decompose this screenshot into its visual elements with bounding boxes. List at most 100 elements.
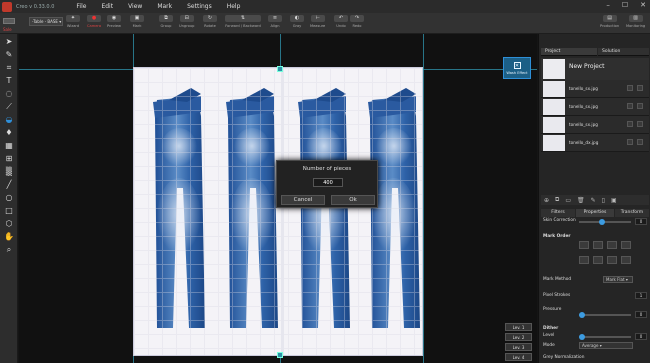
wizard-button[interactable]: ✦ Wizard <box>66 15 80 32</box>
text-tool-icon[interactable]: T <box>3 75 15 86</box>
menu-view[interactable]: View <box>128 3 142 10</box>
mark-order-button-1[interactable] <box>579 241 589 249</box>
mark-order-button-4[interactable] <box>621 241 631 249</box>
file-row-3[interactable]: tonello_sx.jpg <box>541 116 649 134</box>
tab-filters[interactable]: Filters <box>541 209 575 217</box>
file-icon[interactable]: ▯ <box>602 197 605 204</box>
layers-tool-icon[interactable]: ▦ <box>3 140 15 151</box>
slider-knob[interactable] <box>579 312 585 318</box>
file-row-4[interactable]: tonello_dx.jpg <box>541 134 649 152</box>
line-tool-icon[interactable]: ╱ <box>3 179 15 190</box>
duplicate-icon[interactable]: ⧉ <box>555 196 559 204</box>
artboard-handle-top[interactable] <box>277 66 283 72</box>
group-button[interactable]: ⧉ Group <box>159 15 173 32</box>
level-slider[interactable] <box>579 334 631 340</box>
level-value[interactable]: 0 <box>635 333 647 340</box>
rectangle-tool-icon[interactable]: □ <box>3 205 15 216</box>
drop-icon[interactable]: ♦ <box>3 127 15 138</box>
mark-order-button-5[interactable] <box>579 256 589 264</box>
ok-button[interactable]: Ok <box>331 195 375 205</box>
pressure-slider[interactable] <box>579 312 631 318</box>
grid-tool-icon[interactable]: ⊞ <box>3 153 15 164</box>
slider-knob[interactable] <box>579 334 585 340</box>
mark-order-button-2[interactable] <box>593 241 603 249</box>
pressure-value[interactable]: 0 <box>635 311 647 318</box>
visibility-icon[interactable] <box>627 103 633 109</box>
align-button[interactable]: ≡ Align <box>268 15 282 32</box>
wash-tool-icon[interactable]: ◒ <box>3 114 15 125</box>
zoom-tool-icon[interactable]: ⌕ <box>3 244 15 255</box>
preview-button[interactable]: ◉ Preview <box>107 15 121 32</box>
visibility-icon[interactable] <box>627 139 633 145</box>
hand-tool-icon[interactable]: ✋ <box>3 231 15 242</box>
level-4-button[interactable]: Lev. 4 <box>505 353 532 361</box>
pixel-strokes-value[interactable]: 1 <box>635 292 647 299</box>
brush-icon[interactable]: ⟋ <box>3 101 15 112</box>
mark-order-button-6[interactable] <box>593 256 603 264</box>
lock-icon[interactable] <box>637 85 643 91</box>
save-icon[interactable]: ▣ <box>611 197 617 204</box>
level-3-button[interactable]: Lev. 3 <box>505 343 532 351</box>
add-layer-icon[interactable]: ⊕ <box>544 197 549 204</box>
mark-button[interactable]: ▣ Mark <box>130 15 144 32</box>
lock-icon[interactable] <box>637 139 643 145</box>
tab-solution[interactable]: Solution <box>598 48 649 56</box>
rotate-button[interactable]: ↻ Rotate <box>203 15 217 32</box>
edit-icon[interactable]: ✎ <box>591 197 596 204</box>
close-icon[interactable]: ✕ <box>640 1 646 9</box>
visibility-icon[interactable] <box>627 121 633 127</box>
mark-method-label: Mark Method <box>543 277 572 282</box>
tab-transform[interactable]: Transform <box>615 209 649 217</box>
menu-settings[interactable]: Settings <box>187 3 212 10</box>
level-1-button[interactable]: Lev. 1 <box>505 323 532 331</box>
skin-correction-value[interactable]: 0 <box>635 218 647 225</box>
redo-button[interactable]: ↷ Redo <box>350 15 364 32</box>
color-swatch[interactable] <box>3 18 15 24</box>
pattern-icon[interactable]: ▒ <box>3 166 15 177</box>
slider-knob[interactable] <box>599 219 605 225</box>
camera-button[interactable]: ● Camera <box>87 15 101 32</box>
menu-help[interactable]: Help <box>227 3 241 10</box>
mark-method-select[interactable]: Mark Flat ▾ <box>603 276 633 283</box>
production-button[interactable]: ▤ Production <box>600 15 619 32</box>
polygon-tool-icon[interactable]: ⬡ <box>3 218 15 229</box>
menu-file[interactable]: File <box>76 3 86 10</box>
minimize-icon[interactable]: – <box>606 1 610 9</box>
forward-backward-button[interactable]: ⇅ Forward / Backward <box>225 15 261 32</box>
undo-button[interactable]: ↶ Undo <box>334 15 348 32</box>
skin-correction-slider[interactable] <box>579 219 631 225</box>
mark-order-button-8[interactable] <box>621 256 631 264</box>
folder-icon[interactable]: ▭ <box>565 197 571 204</box>
tab-project[interactable]: Project <box>541 48 597 56</box>
artboard-handle-bottom[interactable] <box>277 352 283 358</box>
artboard[interactable] <box>133 67 423 356</box>
cancel-button[interactable]: Cancel <box>281 195 325 205</box>
file-row-2[interactable]: tonello_sx.jpg <box>541 98 649 116</box>
project-header[interactable]: New Project <box>541 58 649 80</box>
lasso-icon[interactable]: ◌ <box>3 88 15 99</box>
maximize-icon[interactable]: ☐ <box>622 1 628 9</box>
ungroup-button[interactable]: ⊟ Ungroup <box>179 15 194 32</box>
wash-effect-button[interactable]: ✕ Wash Effect <box>503 57 531 79</box>
mark-order-button-3[interactable] <box>607 241 617 249</box>
level-2-button[interactable]: Lev. 2 <box>505 333 532 341</box>
menu-mark[interactable]: Mark <box>157 3 172 10</box>
mark-order-button-7[interactable] <box>607 256 617 264</box>
crop-icon[interactable]: ⌗ <box>3 62 15 73</box>
measure-button[interactable]: ⊢ Measure <box>310 15 325 32</box>
tab-properties[interactable]: Properties <box>576 209 614 217</box>
circle-tool-icon[interactable]: ○ <box>3 192 15 203</box>
delete-icon[interactable]: 🗑 <box>577 197 585 204</box>
pieces-input[interactable]: 400 <box>313 178 343 187</box>
monitoring-button[interactable]: ▥ Monitoring <box>626 15 645 32</box>
lock-icon[interactable] <box>637 103 643 109</box>
file-row-1[interactable]: tonello_sx.jpg <box>541 80 649 98</box>
table-select[interactable]: -Table - BASE ▾ <box>29 17 63 26</box>
mode-select[interactable]: Average ▾ <box>579 342 633 349</box>
visibility-icon[interactable] <box>627 85 633 91</box>
select-arrow-icon[interactable]: ➤ <box>3 36 15 47</box>
lock-icon[interactable] <box>637 121 643 127</box>
gray-button[interactable]: ◐ Gray <box>290 15 304 32</box>
pen-icon[interactable]: ✎ <box>3 49 15 60</box>
menu-edit[interactable]: Edit <box>101 3 113 10</box>
